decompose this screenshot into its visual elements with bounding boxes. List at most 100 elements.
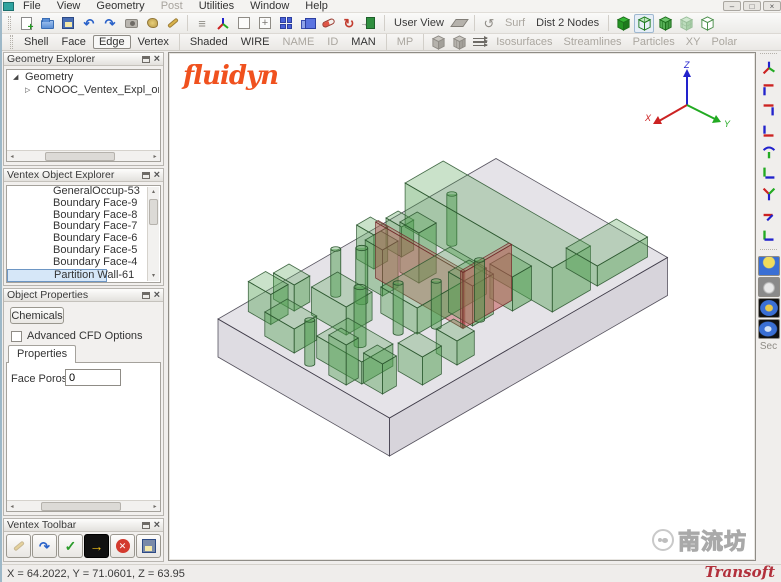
view-left-button[interactable] <box>758 121 779 141</box>
ventex-run-button[interactable]: → <box>84 534 109 558</box>
axis-z-label: Z <box>683 61 690 70</box>
grid-cube-button[interactable] <box>676 14 696 33</box>
select-box-button[interactable] <box>234 14 254 33</box>
tile-windows-button[interactable] <box>276 14 296 33</box>
ventex-tool-button[interactable] <box>6 534 31 558</box>
reset-view-icon: ↺ <box>483 17 494 30</box>
save-button[interactable] <box>58 14 78 33</box>
menu-window[interactable]: Window <box>243 0 296 13</box>
geometry-hscrollbar[interactable]: ◂▸ <box>7 150 160 161</box>
streamlines-button <box>470 33 490 52</box>
wireframe-cube-icon <box>637 16 652 31</box>
undo-button[interactable]: ↶ <box>79 14 99 33</box>
minimize-button[interactable]: – <box>723 1 741 11</box>
render-glow-button[interactable] <box>758 298 780 318</box>
list-item-selected[interactable]: Partition Wall-61 <box>7 269 107 282</box>
close-icon[interactable]: × <box>154 520 160 530</box>
wireframe-cube-button[interactable] <box>634 14 654 33</box>
pin-icon[interactable] <box>142 522 150 529</box>
restore-button[interactable]: □ <box>743 1 761 11</box>
mode-edge[interactable]: Edge <box>93 35 131 49</box>
toolbar-grip2[interactable] <box>10 35 13 49</box>
surf-back-button[interactable]: ↺ <box>479 14 499 33</box>
outline-cube-button[interactable] <box>697 14 717 33</box>
display-wire[interactable]: WIRE <box>235 35 276 49</box>
expanded-arrow-icon[interactable]: ◢ <box>13 73 21 81</box>
view-bottom-icon <box>760 206 778 224</box>
redo-button[interactable]: ↷ <box>100 14 120 33</box>
menu-file[interactable]: File <box>16 0 48 13</box>
floppy-icon <box>142 539 156 553</box>
close-icon[interactable]: × <box>154 170 160 180</box>
object-properties-titlebar[interactable]: Object Properties × <box>4 289 163 302</box>
menu-view[interactable]: View <box>50 0 88 13</box>
menu-utilities[interactable]: Utilities <box>192 0 241 13</box>
object-explorer-titlebar[interactable]: Ventex Object Explorer × <box>4 169 163 182</box>
erase-button[interactable] <box>318 14 338 33</box>
view-rotate-button[interactable] <box>758 142 779 162</box>
tab-properties[interactable]: Properties <box>8 345 76 363</box>
chemicals-button[interactable]: Chemicals <box>10 307 64 324</box>
list-item[interactable]: Boundary Face-5 <box>7 245 147 257</box>
mode-vertex[interactable]: Vertex <box>132 35 175 49</box>
collapsed-arrow-icon[interactable]: ▷ <box>25 86 33 94</box>
toolbar-grip[interactable] <box>8 16 11 30</box>
close-icon[interactable]: × <box>154 54 160 64</box>
view-iso-button[interactable] <box>758 58 779 78</box>
pin-icon[interactable] <box>142 172 150 179</box>
advanced-cfd-checkbox[interactable] <box>11 331 22 342</box>
settings-button[interactable] <box>163 14 183 33</box>
pin-icon[interactable] <box>142 292 150 299</box>
view-top-button[interactable] <box>758 184 779 204</box>
ventex-cancel-button[interactable]: ✕ <box>110 534 135 558</box>
list-item[interactable]: Boundary Face-4 <box>7 257 147 269</box>
menu-geometry[interactable]: Geometry <box>89 0 151 13</box>
mesh-cube-button[interactable] <box>655 14 675 33</box>
list-item[interactable]: Boundary Face-9 <box>7 198 147 210</box>
geometry-explorer-titlebar[interactable]: Geometry Explorer × <box>4 53 163 66</box>
view-right-button[interactable] <box>758 163 779 183</box>
view-back-button[interactable] <box>758 100 779 120</box>
object-list-vscrollbar[interactable]: ▴ ▾ <box>147 187 159 281</box>
mode-shell[interactable]: Shell <box>18 35 54 49</box>
3d-viewport[interactable]: fluidyn Z X Y 南流坊 <box>168 52 756 561</box>
render-section-button[interactable] <box>758 319 780 339</box>
mode-toolbar: Shell Face Edge Vertex Shaded WIRE NAME … <box>2 34 781 51</box>
view-corner-button[interactable] <box>758 226 779 246</box>
dist-2-nodes-label[interactable]: Dist 2 Nodes <box>531 17 604 29</box>
new-file-button[interactable] <box>16 14 36 33</box>
rotate-view-button[interactable]: ↻ <box>339 14 359 33</box>
tree-node-model[interactable]: ▷ CNOOC_Ventex_Expl_only_final_280416_v <box>7 83 160 96</box>
ventex-accept-button[interactable]: ✓ <box>58 534 83 558</box>
user-view-label[interactable]: User View <box>389 17 449 29</box>
ventex-save-button[interactable] <box>136 534 161 558</box>
view-bottom-button[interactable] <box>758 205 779 225</box>
mode-face[interactable]: Face <box>55 35 91 49</box>
open-button[interactable] <box>37 14 57 33</box>
close-icon[interactable]: × <box>154 290 160 300</box>
view-front-icon <box>760 80 778 98</box>
render-lighting-button[interactable] <box>758 256 780 276</box>
tree-node-geometry[interactable]: ◢ Geometry <box>7 70 160 83</box>
ventex-redo-button[interactable]: ↷ <box>32 534 57 558</box>
display-shaded[interactable]: Shaded <box>184 35 234 49</box>
close-button[interactable]: × <box>763 1 781 11</box>
plane-view-button[interactable] <box>450 14 470 33</box>
triad-button[interactable] <box>213 14 233 33</box>
menu-help[interactable]: Help <box>298 0 335 13</box>
pin-icon[interactable] <box>142 56 150 63</box>
display-man[interactable]: MAN <box>345 35 381 49</box>
snapshot-button[interactable] <box>121 14 141 33</box>
face-porosity-input[interactable] <box>65 369 121 386</box>
shaded-cube-button[interactable] <box>613 14 633 33</box>
cascade-windows-button[interactable] <box>297 14 317 33</box>
view-front-button[interactable] <box>758 79 779 99</box>
material-button[interactable] <box>142 14 162 33</box>
list-button[interactable]: ≡ <box>192 14 212 33</box>
zoom-extents-button[interactable] <box>255 14 275 33</box>
ventex-toolbar-titlebar[interactable]: Ventex Toolbar × <box>4 519 163 532</box>
properties-hscrollbar[interactable]: ◂▸ <box>7 500 160 511</box>
exit-button[interactable] <box>360 14 380 33</box>
render-cloud-button[interactable] <box>758 277 780 297</box>
ventex-toolbar: Ventex Toolbar × ↷ ✓ → ✕ <box>3 518 164 562</box>
